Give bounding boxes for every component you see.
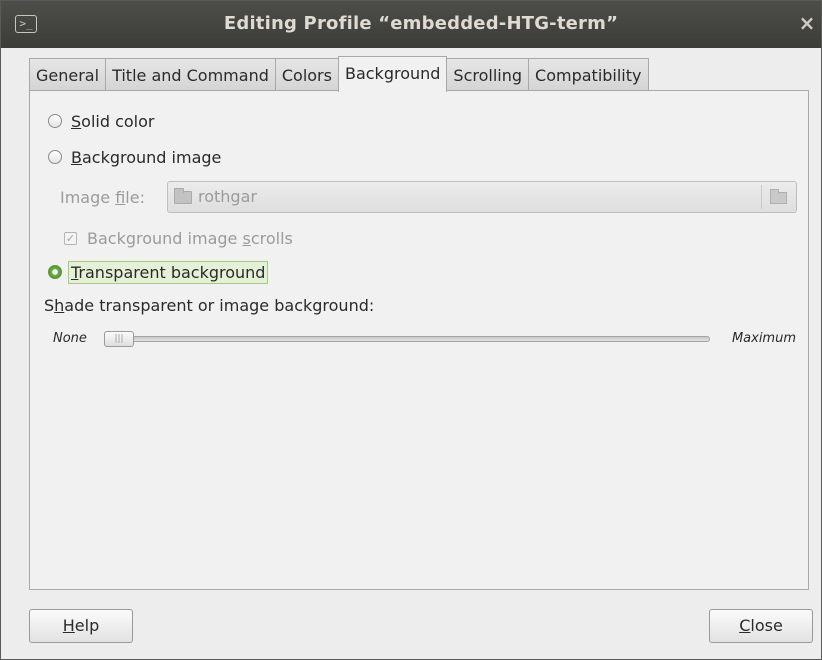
shade-slider[interactable] <box>104 336 710 342</box>
image-scrolls-option[interactable]: ✓ Background image scrolls <box>64 227 293 249</box>
tab-colors[interactable]: Colors <box>274 58 339 91</box>
image-file-value: rothgar <box>198 187 257 206</box>
image-scrolls-checkbox[interactable]: ✓ <box>64 231 77 245</box>
shade-slider-row: None ||| Maximum <box>50 330 796 350</box>
image-scrolls-label: Background image scrolls <box>87 228 293 248</box>
transparent-background-radio[interactable] <box>48 265 62 279</box>
background-tab-page: Solid color Background image Image file:… <box>29 90 809 590</box>
transparent-background-label[interactable]: Transparent background <box>68 260 269 284</box>
solid-color-radio[interactable] <box>48 114 62 128</box>
tab-title-and-command[interactable]: Title and Command <box>105 58 276 91</box>
title-bar[interactable]: >_ Editing Profile “embedded-HTG-term” × <box>1 1 821 48</box>
image-file-chooser[interactable]: rothgar <box>167 181 797 213</box>
close-button[interactable]: Close <box>709 609 813 643</box>
image-file-label: Image file: <box>60 188 145 207</box>
slider-max-label: Maximum <box>731 331 796 346</box>
background-image-label[interactable]: Background image <box>71 148 221 167</box>
solid-color-option[interactable]: Solid color <box>48 107 154 135</box>
open-folder-icon[interactable] <box>770 189 787 204</box>
folder-icon <box>174 188 192 204</box>
slider-min-label: None <box>53 331 87 346</box>
help-button[interactable]: Help <box>29 609 133 643</box>
window-title: Editing Profile “embedded-HTG-term” <box>223 13 619 34</box>
solid-color-label[interactable]: Solid color <box>71 112 154 131</box>
tab-scrolling[interactable]: Scrolling <box>446 58 530 91</box>
background-image-radio[interactable] <box>48 150 62 164</box>
close-icon[interactable]: × <box>797 12 817 34</box>
shade-label: Shade transparent or image background: <box>44 296 375 315</box>
profile-dialog: >_ Editing Profile “embedded-HTG-term” ×… <box>0 0 822 660</box>
tab-compatibility[interactable]: Compatibility <box>528 58 649 91</box>
tab-bar: General Title and Command Colors Backgro… <box>29 56 649 92</box>
background-image-option[interactable]: Background image <box>48 143 221 171</box>
tab-general[interactable]: General <box>29 58 107 91</box>
transparent-background-option[interactable]: Transparent background <box>48 258 269 286</box>
shade-slider-handle[interactable]: ||| <box>104 331 134 347</box>
terminal-icon: >_ <box>15 15 37 33</box>
tab-background[interactable]: Background <box>337 56 448 92</box>
chooser-divider <box>761 185 762 209</box>
